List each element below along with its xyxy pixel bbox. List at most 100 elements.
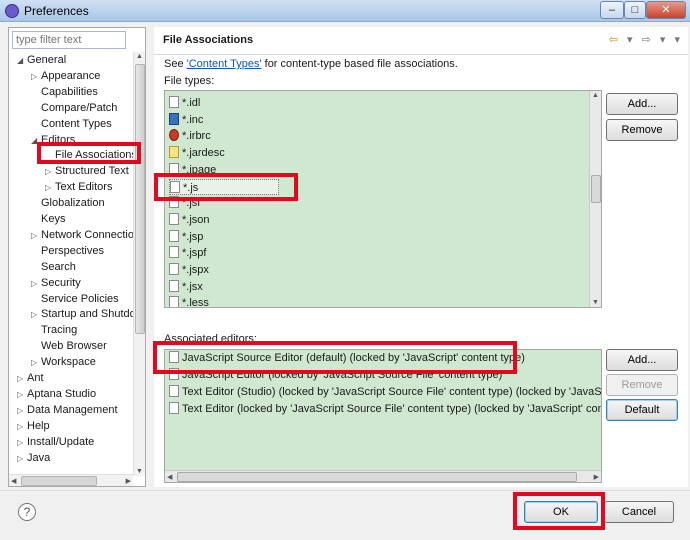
file-types-list[interactable]: ▲ ▼ *.idl *.inc *.irbrc *.jardesc *.jpage *.j…: [164, 90, 602, 308]
file-type-item[interactable]: *.jsp: [169, 229, 203, 245]
tree-item[interactable]: ▷ Text Editors: [45, 179, 112, 195]
expand-icon[interactable]: ▷: [45, 164, 55, 180]
editors-hscroll-thumb[interactable]: [177, 472, 577, 482]
scroll-up-icon[interactable]: ▲: [592, 92, 599, 99]
tree-item[interactable]: Web Browser: [31, 338, 107, 354]
expand-icon[interactable]: ▷: [45, 180, 55, 196]
editor-item[interactable]: Text Editor (Studio) (locked by 'JavaScr…: [169, 384, 601, 401]
collapse-icon[interactable]: ◢: [31, 133, 41, 149]
maximize-button[interactable]: □: [624, 1, 646, 19]
tree-item[interactable]: ▷Java EE: [17, 465, 68, 468]
scroll-right-icon[interactable]: ▶: [126, 477, 131, 485]
file-type-item[interactable]: *.jpage: [169, 162, 216, 178]
editor-label: Text Editor (locked by 'JavaScript Sourc…: [182, 403, 602, 415]
forward-arrow-icon[interactable]: ⇨: [642, 34, 651, 46]
tree-item[interactable]: File Associations: [45, 147, 135, 163]
file-type-item[interactable]: *.irbrc: [169, 128, 211, 144]
file-type-item[interactable]: *.json: [169, 212, 210, 228]
editor-icon: [169, 402, 179, 414]
tree-item[interactable]: ▷Network Connections: [31, 227, 135, 243]
help-icon[interactable]: ?: [18, 503, 36, 521]
expand-icon[interactable]: ▷: [17, 371, 27, 387]
close-button[interactable]: ✕: [646, 1, 686, 19]
scroll-down-icon[interactable]: ▼: [136, 468, 143, 475]
tree-item[interactable]: ◢ Editors: [31, 132, 75, 148]
expand-icon[interactable]: ▷: [31, 276, 41, 292]
forward-menu-icon[interactable]: ▾: [660, 34, 666, 46]
collapse-icon[interactable]: ◢: [17, 53, 27, 69]
default-editor-button[interactable]: Default: [606, 399, 678, 421]
expand-icon[interactable]: ▷: [31, 69, 41, 85]
tree-item[interactable]: ▷ Help: [17, 418, 50, 434]
scroll-left-icon[interactable]: ◀: [167, 473, 172, 481]
file-types-scroll-thumb[interactable]: [591, 175, 601, 203]
tree-item[interactable]: ▷ Ant: [17, 370, 44, 386]
editors-horizontal-scrollbar[interactable]: ◀ ▶: [165, 470, 601, 482]
file-type-item[interactable]: *.inc: [169, 112, 203, 128]
expand-icon[interactable]: ▷: [31, 355, 41, 371]
view-menu-icon[interactable]: ▾: [674, 34, 680, 46]
remove-editor-button[interactable]: Remove: [606, 374, 678, 396]
filter-input[interactable]: [12, 31, 126, 49]
tree-item[interactable]: Tracing: [31, 322, 77, 338]
expand-icon[interactable]: ▷: [31, 228, 41, 244]
ok-button[interactable]: OK: [524, 501, 598, 523]
tree-item[interactable]: ◢ General: [17, 52, 66, 68]
expand-icon[interactable]: ▷: [17, 419, 27, 435]
sidebar-horizontal-scrollbar[interactable]: ◀ ▶: [9, 474, 133, 486]
add-file-type-button[interactable]: Add...: [606, 93, 678, 115]
tree-item[interactable]: Search: [31, 259, 76, 275]
tree-item[interactable]: ▷ Aptana Studio: [17, 386, 96, 402]
file-types-scrollbar[interactable]: ▲ ▼: [589, 91, 601, 307]
tree-item[interactable]: Service Policies: [31, 291, 119, 307]
minimize-button[interactable]: –: [600, 1, 624, 19]
preferences-sidebar: ◢General▷AppearanceCapabilitiesCompare/P…: [8, 27, 146, 487]
file-type-item[interactable]: *.jardesc: [169, 145, 225, 161]
file-type-item[interactable]: *.less: [169, 295, 209, 307]
editor-item[interactable]: JavaScript Source Editor (default) (lock…: [169, 350, 525, 367]
file-type-item[interactable]: *.idl: [169, 95, 200, 111]
tree-item[interactable]: ▷ Workspace: [31, 354, 96, 370]
file-type-item[interactable]: *.jsx: [169, 279, 203, 295]
tree-item[interactable]: ▷ Install/Update: [17, 434, 94, 450]
scroll-right-icon[interactable]: ▶: [594, 473, 599, 481]
scroll-left-icon[interactable]: ◀: [11, 477, 16, 485]
sidebar-hscroll-thumb[interactable]: [21, 476, 97, 486]
remove-file-type-button[interactable]: Remove: [606, 119, 678, 141]
expand-icon[interactable]: ▷: [17, 466, 27, 468]
expand-icon[interactable]: ▷: [17, 387, 27, 403]
tree-item[interactable]: ▷ Security: [31, 275, 81, 291]
tree-item[interactable]: Capabilities: [31, 84, 98, 100]
tree-item[interactable]: Globalization: [31, 195, 105, 211]
tree-item[interactable]: Keys: [31, 211, 65, 227]
back-menu-icon[interactable]: ▾: [627, 34, 633, 46]
tree-item[interactable]: Compare/Patch: [31, 100, 117, 116]
file-type-item[interactable]: *.jsf: [169, 195, 200, 211]
file-type-item[interactable]: *.jspf: [169, 245, 206, 261]
tree-item[interactable]: ▷Startup and Shutdown: [31, 306, 135, 322]
associated-editors-list[interactable]: ◀ ▶ JavaScript Source Editor (default) (…: [164, 349, 602, 483]
file-type-item[interactable]: *.js: [169, 178, 279, 195]
expand-icon[interactable]: ▷: [17, 435, 27, 451]
tree-item[interactable]: Content Types: [31, 116, 112, 132]
tree-item[interactable]: ▷ Appearance: [31, 68, 100, 84]
expand-icon[interactable]: ▷: [17, 403, 27, 419]
scroll-up-icon[interactable]: ▲: [136, 53, 143, 60]
scroll-down-icon[interactable]: ▼: [592, 299, 599, 306]
editor-item[interactable]: Text Editor (locked by 'JavaScript Sourc…: [169, 401, 602, 418]
tree-item[interactable]: ▷ Structured Text: [45, 163, 129, 179]
file-type-label: *.irbrc: [182, 130, 211, 143]
back-arrow-icon[interactable]: ⇦: [609, 34, 618, 46]
sidebar-vertical-scrollbar[interactable]: ▲ ▼: [133, 52, 145, 476]
content-types-link[interactable]: 'Content Types': [187, 58, 262, 70]
tree-item[interactable]: Perspectives: [31, 243, 104, 259]
add-editor-button[interactable]: Add...: [606, 349, 678, 371]
tree-item[interactable]: ▷ Java: [17, 450, 50, 466]
sidebar-scroll-thumb[interactable]: [135, 64, 145, 334]
file-type-item[interactable]: *.jspx: [169, 262, 209, 278]
editor-item[interactable]: JavaScript Editor (locked by 'JavaScript…: [169, 367, 502, 384]
expand-icon[interactable]: ▷: [17, 451, 27, 467]
expand-icon[interactable]: ▷: [31, 307, 41, 323]
tree-item[interactable]: ▷ Data Management: [17, 402, 118, 418]
cancel-button[interactable]: Cancel: [604, 501, 674, 523]
